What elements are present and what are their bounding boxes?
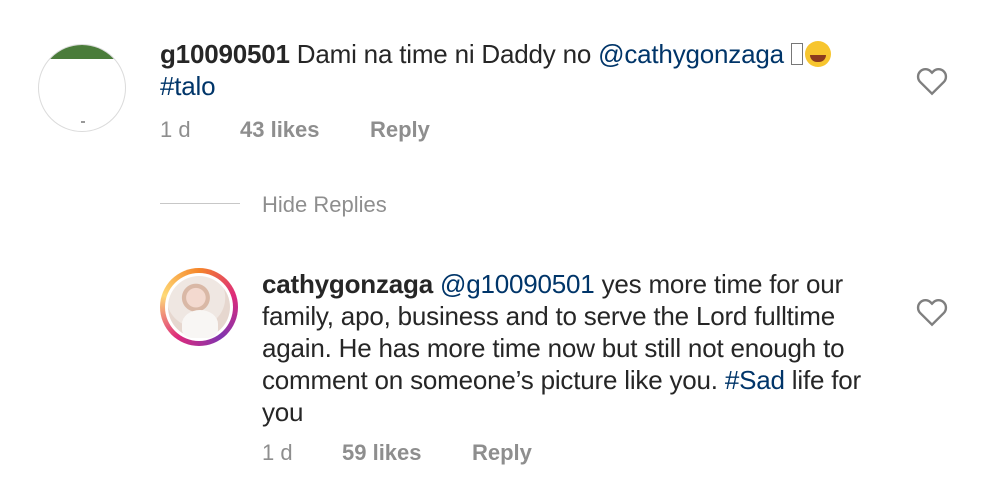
hashtag-link[interactable]: #Sad bbox=[725, 365, 785, 395]
hashtag-link[interactable]: #talo bbox=[160, 71, 216, 101]
hide-replies-button[interactable]: Hide Replies bbox=[262, 192, 387, 218]
comment-text: g10090501 Dami na time ni Daddy no @cath… bbox=[160, 38, 880, 102]
avatar[interactable] bbox=[160, 268, 238, 346]
avatar-image bbox=[39, 45, 125, 59]
laughing-tears-emoji-icon bbox=[804, 41, 831, 67]
reply-button[interactable]: Reply bbox=[472, 440, 532, 466]
comment-username[interactable]: g10090501 bbox=[160, 39, 290, 69]
comment-username[interactable]: cathygonzaga bbox=[262, 269, 433, 299]
likes-count[interactable]: 59 likes bbox=[342, 440, 422, 466]
avatar-image bbox=[168, 276, 230, 338]
replies-divider bbox=[160, 203, 240, 204]
comment-time: 1 d bbox=[262, 440, 293, 465]
comment-text: cathygonzaga @g10090501 yes more time fo… bbox=[262, 268, 902, 428]
comment-time: 1 d bbox=[160, 117, 191, 142]
mention-link[interactable]: @g10090501 bbox=[440, 269, 595, 299]
reply-button[interactable]: Reply bbox=[370, 117, 430, 143]
comment-body: Dami na time ni Daddy no bbox=[289, 39, 599, 69]
avatar[interactable] bbox=[38, 44, 126, 132]
missing-glyph-icon bbox=[790, 43, 803, 65]
heart-icon[interactable] bbox=[916, 66, 948, 96]
likes-count[interactable]: 43 likes bbox=[240, 117, 320, 143]
mention-link[interactable]: @cathygonzaga bbox=[598, 39, 784, 69]
heart-icon[interactable] bbox=[916, 297, 948, 327]
